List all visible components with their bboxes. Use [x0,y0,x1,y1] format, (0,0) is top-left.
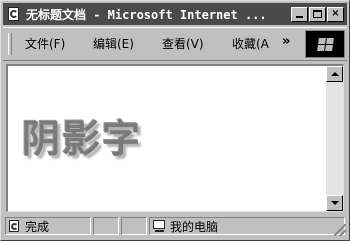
window-title: 无标题文档 - Microsoft Internet ... [26,7,267,22]
close-icon: × [331,8,340,19]
title-bar[interactable]: 无标题文档 - Microsoft Internet ... × [3,3,347,25]
scroll-down-button[interactable] [326,195,343,211]
status-pane-secure [121,217,147,235]
maximize-button[interactable] [309,6,326,22]
status-pane-progress [93,217,119,235]
menu-edit[interactable]: 编辑(E) [93,36,134,52]
menu-view[interactable]: 查看(V) [162,36,204,52]
close-button[interactable]: × [327,6,344,22]
page-done-icon [8,219,22,233]
status-bar: 完成 我的电脑 [3,215,347,237]
minimize-icon [296,16,303,18]
shadow-heading: 阴影字 [22,117,143,161]
status-pane-zone: 我的电脑 [149,217,345,235]
maximize-icon [313,10,322,18]
browser-window: 无标题文档 - Microsoft Internet ... × 文件(F) 编… [0,0,350,241]
document-area: 阴影字 [8,66,324,211]
windows-logo-icon [305,30,345,58]
my-computer-icon [152,219,167,233]
resize-grip[interactable] [334,224,346,236]
ie-page-icon[interactable] [6,6,22,22]
menu-file[interactable]: 文件(F) [25,36,65,52]
scroll-up-icon [330,72,339,76]
zone-text: 我的电脑 [170,219,219,234]
menu-overflow-chevron-icon[interactable]: » [282,34,290,49]
scroll-down-icon [330,201,339,205]
menu-favorites[interactable]: 收藏(A [232,36,269,52]
status-pane-main: 完成 [5,217,91,235]
page-content: 阴影字 [6,64,344,212]
menu-bar: 文件(F) 编辑(E) 查看(V) 收藏(A » [3,27,347,61]
minimize-button[interactable] [291,6,308,22]
status-text: 完成 [25,219,50,234]
toolbar-grip[interactable] [8,33,12,55]
scroll-up-button[interactable] [326,66,343,82]
vertical-scrollbar[interactable] [326,66,343,211]
